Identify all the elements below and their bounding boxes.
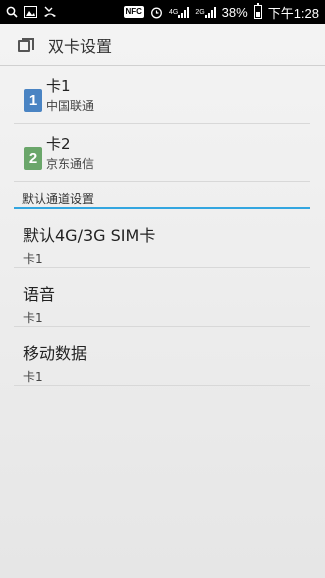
image-icon	[24, 6, 37, 18]
status-bar: NFC 4G 2G 38% 下午1:28	[0, 0, 325, 24]
battery-icon	[253, 3, 262, 19]
missed-call-icon	[43, 6, 57, 18]
sim-card-1-row[interactable]: 1 卡1 中国联通	[14, 66, 310, 124]
clock: 下午1:28	[267, 5, 319, 21]
pref-mobile-data[interactable]: 移动数据 卡1	[14, 327, 310, 386]
signal-2g-icon: 2G	[195, 6, 216, 18]
pref-summary: 卡1	[23, 370, 43, 384]
pref-title: 移动数据	[23, 344, 88, 363]
pref-summary: 卡1	[23, 311, 43, 325]
sim-name: 卡2	[46, 135, 71, 153]
dual-sim-icon[interactable]	[18, 37, 36, 52]
sim-1-icon: 1	[24, 89, 42, 112]
pref-title: 语音	[23, 285, 56, 304]
action-bar: 双卡设置	[0, 24, 325, 66]
signal-4g-icon: 4G	[169, 6, 190, 18]
pref-title: 默认4G/3G SIM卡	[23, 226, 156, 245]
pref-default-data-sim[interactable]: 默认4G/3G SIM卡 卡1	[14, 209, 310, 268]
battery-percent: 38%	[221, 4, 248, 20]
pref-summary: 卡1	[23, 252, 43, 266]
nfc-icon: NFC	[123, 6, 144, 18]
sim-card-2-row[interactable]: 2 卡2 京东通信	[14, 124, 310, 182]
search-icon	[6, 6, 18, 18]
sim-name: 卡1	[46, 77, 71, 95]
alarm-icon	[150, 6, 163, 19]
settings-list: 1 卡1 中国联通 2 卡2 京东通信 默认通道设置 默认4G/3G SIM卡 …	[14, 66, 310, 386]
sim-carrier: 京东通信	[46, 157, 95, 171]
sim-carrier: 中国联通	[46, 99, 95, 113]
sim-2-icon: 2	[24, 147, 42, 170]
pref-voice[interactable]: 语音 卡1	[14, 268, 310, 327]
section-header-default-channel: 默认通道设置	[14, 182, 310, 209]
page-title: 双卡设置	[48, 36, 113, 56]
